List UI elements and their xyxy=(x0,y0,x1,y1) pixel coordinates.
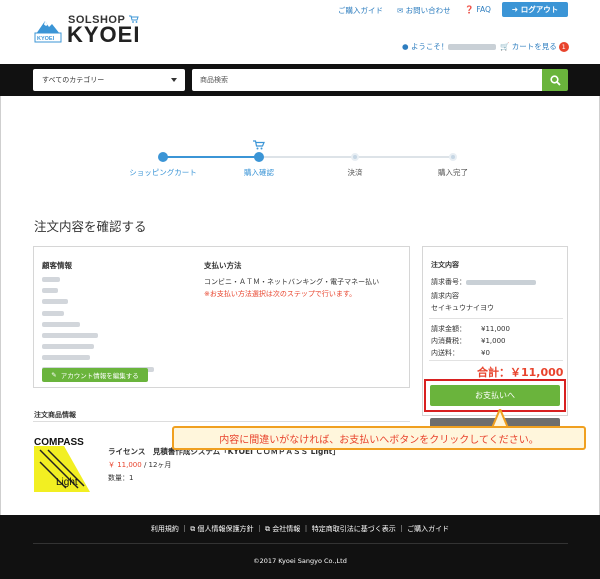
redacted-order-number xyxy=(466,279,536,285)
footer-links: 利用規約 ｜ ⧉ 個人情報保護方針 ｜ ⧉ 会社情報 ｜ 特定商取引法に基づく表… xyxy=(150,525,450,533)
step-label-complete: 購入完了 xyxy=(438,168,468,177)
order-total: 合計：￥11,000 xyxy=(477,366,564,379)
site-logo[interactable]: KYOEI SOLSHOP KYOEI xyxy=(34,14,144,48)
site-header: KYOEI SOLSHOP KYOEI ご購入ガイド ✉ お問い合わせ ❓ FA… xyxy=(0,0,600,64)
footer-link-guide[interactable]: ご購入ガイド xyxy=(407,525,449,533)
redacted-customer-details xyxy=(42,277,154,378)
search-bar: すべてのカテゴリー xyxy=(0,64,600,96)
logo-main-text: KYOEI xyxy=(67,22,141,47)
guide-link[interactable]: ご購入ガイド xyxy=(338,5,383,16)
external-link-icon: ⧉ xyxy=(190,525,198,533)
amount-row: 請求金額： ¥11,000 xyxy=(431,325,510,333)
logout-button[interactable]: ➜ ログアウト xyxy=(502,2,568,17)
question-icon: ❓ xyxy=(464,5,477,14)
faq-link[interactable]: ❓ FAQ xyxy=(465,5,491,16)
product-price: ￥ 11,000 / 12ヶ月 xyxy=(108,461,172,469)
user-icon: ● xyxy=(402,42,409,51)
step-label-payment: 決済 xyxy=(347,168,363,177)
footer-link-terms[interactable]: 利用規約 xyxy=(151,525,179,533)
instruction-callout: 内容に間違いがなければ、お支払いへボタンをクリックしてください。 xyxy=(172,426,586,450)
cart-count-badge: 1 xyxy=(558,42,569,52)
welcome-text: ● ようこそ！ xyxy=(402,41,497,52)
copyright: ©2017 Kyoei Sangyo Co.,Ltd xyxy=(253,557,347,565)
customer-info-box: 顧客情報 ✎ アカウント情報を編集する 支払い方法 コンビニ・ＡＴＭ・ネットバンキ… xyxy=(33,246,410,388)
category-select[interactable]: すべてのカテゴリー xyxy=(33,69,185,91)
cart-icon xyxy=(253,140,265,150)
payment-method: コンビニ・ＡＴＭ・ネットバンキング・電子マネー払い xyxy=(204,278,380,286)
arrow-right-icon: ➜ xyxy=(511,5,521,14)
search-button[interactable] xyxy=(542,69,568,91)
step-dot-payment xyxy=(351,153,359,161)
step-line-done xyxy=(163,156,259,158)
step-label-cart: ショッピングカート xyxy=(129,168,197,177)
logo-mark-text: KYOEI xyxy=(37,36,55,42)
edit-account-button[interactable]: ✎ アカウント情報を編集する xyxy=(42,368,148,382)
search-input[interactable] xyxy=(192,69,542,91)
product-image-title: COMPASS xyxy=(34,437,84,448)
cart-icon: 🛒 xyxy=(500,42,510,51)
page-title: 注文内容を確認する xyxy=(34,219,147,234)
checkout-steps: ショッピングカート 購入確認 決済 購入完了 xyxy=(0,140,600,190)
customer-heading: 顧客情報 xyxy=(42,261,72,270)
payment-note: ※お支払い方法選択は次のステップで行います。 xyxy=(204,290,357,298)
order-heading: 注文内容 xyxy=(431,261,459,269)
footer-link-law[interactable]: 特定商取引法に基づく表示 xyxy=(312,525,396,533)
order-content-label: 請求内容 xyxy=(431,292,459,300)
footer-link-privacy[interactable]: 個人情報保護方針 xyxy=(198,525,254,533)
shipping-row: 内送料： ¥0 xyxy=(431,349,490,357)
mail-icon: ✉ xyxy=(397,6,406,15)
pay-button-highlight: お支払いへ xyxy=(424,379,566,412)
edit-icon: ✎ xyxy=(51,371,57,379)
search-icon xyxy=(549,74,561,86)
product-image: COMPASS Light xyxy=(34,436,90,492)
redacted-username xyxy=(448,44,497,50)
products-heading: 注文商品情報 xyxy=(34,411,76,419)
order-content-value: セイキュウナイヨウ xyxy=(431,304,494,312)
site-footer: 利用規約 ｜ ⧉ 個人情報保護方針 ｜ ⧉ 会社情報 ｜ 特定商取引法に基づく表… xyxy=(0,515,600,579)
step-dot-confirm xyxy=(254,152,264,162)
contact-link[interactable]: ✉ お問い合わせ xyxy=(397,5,451,16)
payment-heading: 支払い方法 xyxy=(204,261,242,270)
step-dot-complete xyxy=(449,153,457,161)
product-quantity: 数量：1 xyxy=(108,474,134,482)
product-image-subtitle: Light xyxy=(56,477,78,488)
step-label-confirm: 購入確認 xyxy=(244,168,274,177)
cart-link[interactable]: 🛒 カートを見る 1 xyxy=(500,41,569,52)
top-links: ご購入ガイド ✉ お問い合わせ ❓ FAQ xyxy=(338,5,491,16)
step-dot-cart xyxy=(158,152,168,162)
pay-button[interactable]: お支払いへ xyxy=(430,385,560,406)
order-number: 請求番号： xyxy=(431,277,536,287)
tax-row: 内消費税： ¥1,000 xyxy=(431,337,506,345)
caret-down-icon xyxy=(171,78,177,82)
footer-link-company[interactable]: 会社情報 xyxy=(272,525,300,533)
